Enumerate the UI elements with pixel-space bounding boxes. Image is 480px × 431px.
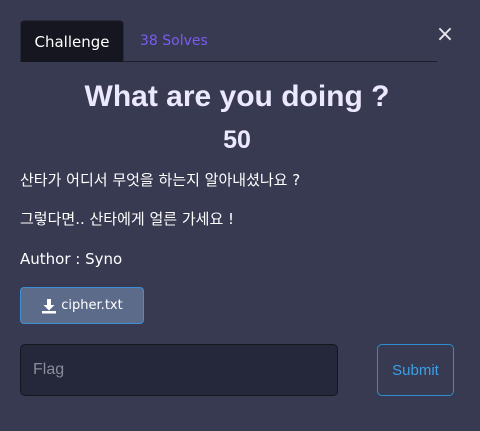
close-icon[interactable]: × — [435, 23, 455, 47]
challenge-description-line-2: 그렇다면.. 산타에게 얼른 가세요 ! — [20, 210, 235, 228]
tab-bar: Challenge 38 Solves — [20, 20, 437, 62]
flag-input[interactable] — [20, 344, 338, 396]
challenge-modal: Challenge 38 Solves × What are you doing… — [0, 0, 480, 431]
challenge-points: 50 — [223, 126, 251, 154]
tab-solves-label: 38 Solves — [140, 33, 208, 49]
tab-challenge[interactable]: Challenge — [20, 20, 124, 62]
tab-solves[interactable]: 38 Solves — [140, 20, 208, 62]
download-file-button[interactable]: cipher.txt — [20, 287, 144, 324]
submit-button[interactable]: Submit — [377, 344, 454, 396]
challenge-title: What are you doing ? — [84, 80, 390, 113]
file-name: cipher.txt — [61, 298, 123, 313]
challenge-description-line-1: 산타가 어디서 무엇을 하는지 알아내셨나요 ? — [20, 171, 301, 189]
download-icon — [41, 298, 57, 314]
challenge-author: Author : Syno — [20, 250, 123, 268]
tab-challenge-label: Challenge — [34, 32, 110, 51]
